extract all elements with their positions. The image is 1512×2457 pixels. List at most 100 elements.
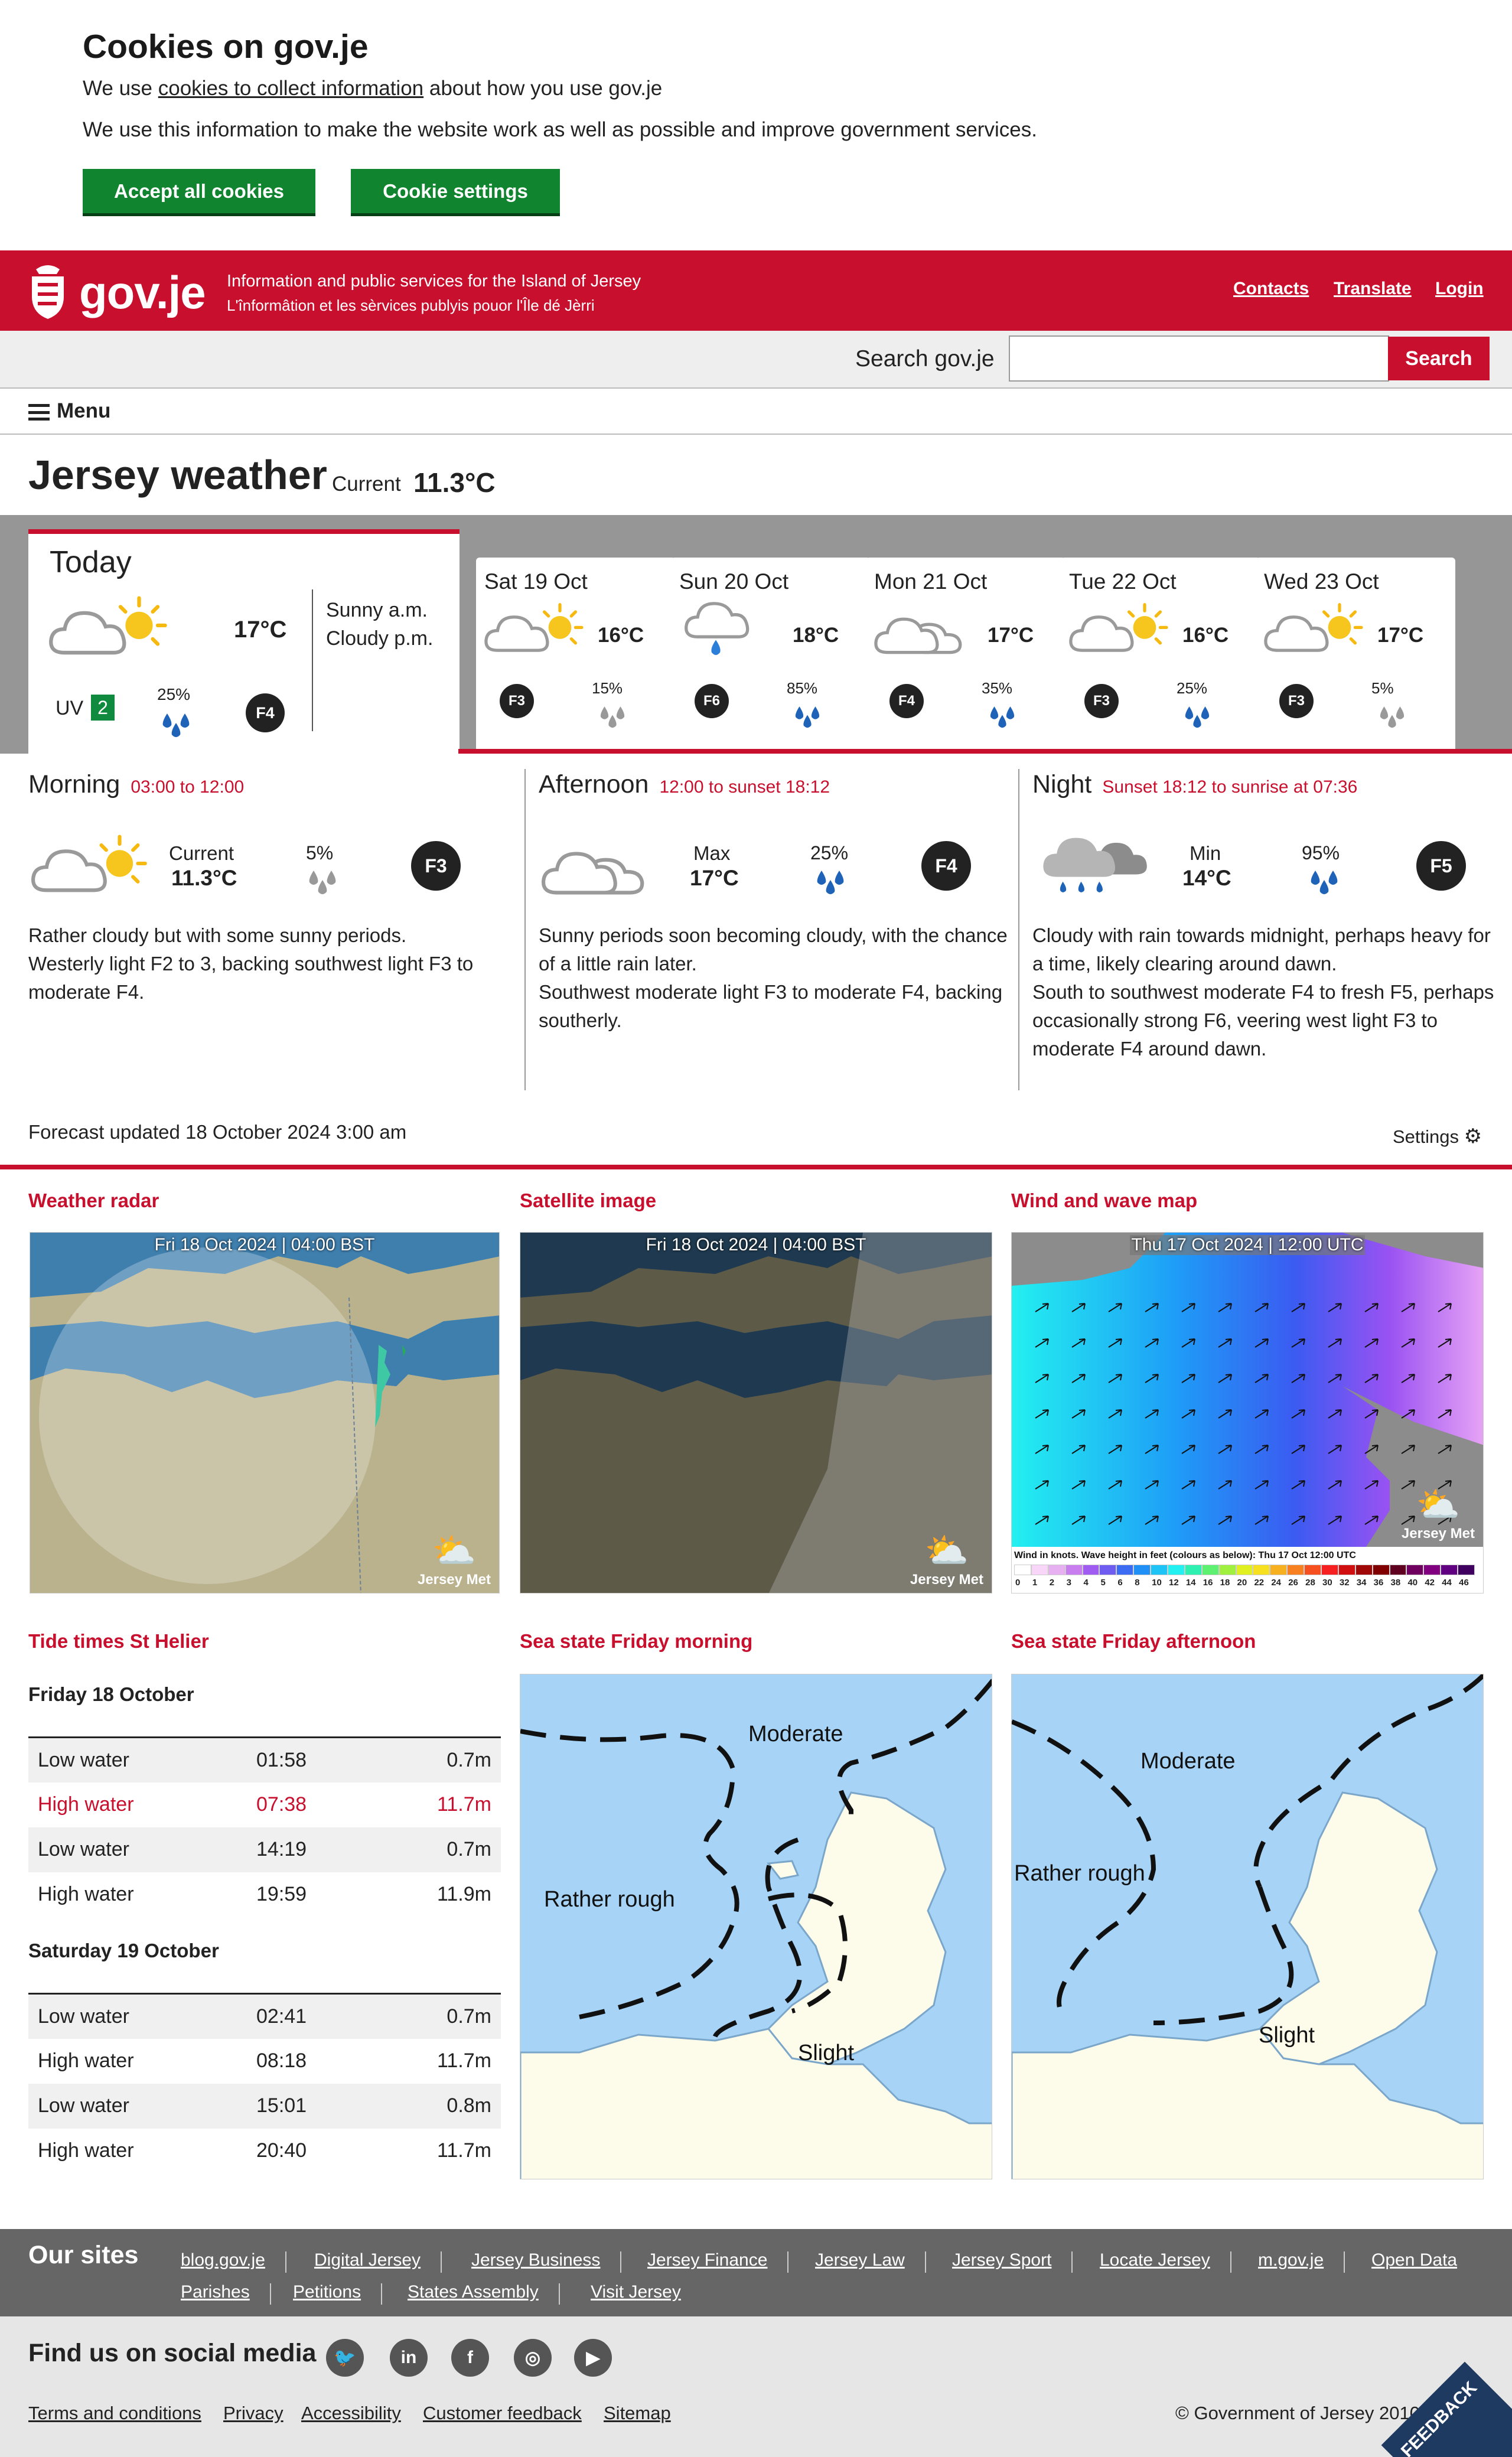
wind-icon: F5 (1416, 841, 1466, 891)
site-link[interactable]: blog.gov.je (181, 2250, 265, 2270)
forecast-day-card[interactable]: Tue 22 Oct 16°C 25% F3 (1061, 558, 1260, 750)
site-link[interactable]: m.gov.je (1258, 2250, 1324, 2270)
site-link[interactable]: Visit Jersey (591, 2282, 681, 2302)
site-link[interactable]: Parishes (181, 2282, 250, 2302)
site-link[interactable]: Jersey Sport (952, 2250, 1051, 2270)
forecast-updated: Forecast updated 18 October 2024 3:00 am (28, 1121, 407, 1143)
rain-drops-icon (1376, 704, 1408, 731)
accessibility-link[interactable]: Accessibility (301, 2403, 401, 2424)
site-link[interactable]: Digital Jersey (314, 2250, 421, 2270)
day-temp: 16°C (598, 624, 644, 647)
translate-link[interactable]: Translate (1334, 279, 1412, 299)
period-title: Morning 03:00 to 12:00 (28, 770, 244, 799)
scale-swatch (1423, 1565, 1441, 1575)
period-name: Morning (28, 770, 120, 799)
tide-title[interactable]: Tide times St Helier (28, 1630, 209, 1653)
cookie-text-post: about how you use gov.je (423, 77, 663, 100)
forecast-day-card[interactable]: Mon 21 Oct 17°C 35% F4 (866, 558, 1065, 750)
site-link[interactable]: Jersey Business (471, 2250, 600, 2270)
menu-label[interactable]: Menu (57, 399, 110, 423)
cookie-text: We use cookies to collect information ab… (83, 77, 662, 100)
wind-map-title[interactable]: Wind and wave map (1011, 1190, 1197, 1212)
today-wind: F4 (256, 703, 275, 722)
contacts-link[interactable]: Contacts (1233, 279, 1309, 299)
sun-cloud-icon (482, 600, 586, 658)
cookie-text-pre: We use (83, 77, 158, 100)
wind-wave-map[interactable]: Thu 17 Oct 2024 | 12:00 UTC ⛅ Jersey Met … (1011, 1232, 1484, 1594)
period-divider (524, 769, 526, 1090)
facebook-icon[interactable]: f (451, 2339, 489, 2377)
period-description: Rather cloudy but with some sunny period… (28, 921, 501, 1006)
site-link[interactable]: Jersey Law (815, 2250, 905, 2270)
weather-radar-map[interactable]: Fri 18 Oct 2024 | 04:00 BST ⛅ Jersey Met (30, 1232, 500, 1594)
social-footer: Find us on social media 🐦 in f ◎ ▶ Terms… (0, 2316, 1512, 2457)
settings-button[interactable]: Settings ⚙ (1393, 1125, 1482, 1148)
gear-icon[interactable]: ⚙ (1464, 1125, 1482, 1148)
cookie-settings-button[interactable]: Cookie settings (351, 169, 560, 216)
forecast-day-card[interactable]: Wed 23 Oct 17°C 5% F3 (1256, 558, 1455, 750)
wind-icon: F4 (246, 693, 285, 732)
day-wind: F3 (1093, 693, 1110, 709)
tide-type: Low water (38, 2005, 129, 2028)
cookie-title: Cookies on gov.je (83, 28, 369, 66)
period-desc-weather: Sunny periods soon becoming cloudy, with… (539, 924, 1008, 975)
sea-label-rather-rough: Rather rough (1014, 1861, 1145, 1886)
search-button[interactable]: Search (1388, 337, 1490, 380)
terms-link[interactable]: Terms and conditions (28, 2403, 201, 2424)
link-separator (270, 2283, 271, 2305)
period-time: 03:00 to 12:00 (131, 777, 245, 797)
current-label: Current (332, 472, 401, 496)
youtube-icon[interactable]: ▶ (574, 2339, 612, 2377)
day-name: Tue 22 Oct (1069, 569, 1177, 594)
sitemap-link[interactable]: Sitemap (604, 2403, 671, 2424)
site-link[interactable]: Locate Jersey (1100, 2250, 1210, 2270)
satellite-image[interactable]: Fri 18 Oct 2024 | 04:00 BST ⛅ Jersey Met (520, 1232, 992, 1594)
scale-label: 46 (1459, 1578, 1469, 1588)
rain-drops-icon (1306, 868, 1342, 898)
forecast-day-card[interactable]: Sun 20 Oct 18°C 85% F6 (671, 558, 871, 750)
cookie-info-link[interactable]: cookies to collect information (158, 77, 423, 100)
sea-state-afternoon-map[interactable]: Moderate Rather rough Slight (1011, 1674, 1484, 2179)
sun-cloud-icon (1262, 600, 1366, 658)
privacy-link[interactable]: Privacy (223, 2403, 284, 2424)
twitter-icon[interactable]: 🐦 (326, 2339, 364, 2377)
settings-label[interactable]: Settings (1393, 1126, 1459, 1147)
sea-label-slight: Slight (1259, 2023, 1315, 2048)
sea-state-morning-map[interactable]: Moderate Rather rough Slight (520, 1674, 992, 2179)
site-link[interactable]: States Assembly (408, 2282, 539, 2302)
sun-cloud-icon: ⛅ (924, 1531, 969, 1570)
site-logo[interactable]: gov.je (79, 266, 206, 320)
customer-feedback-link[interactable]: Customer feedback (423, 2403, 582, 2424)
site-link[interactable]: Open Data (1371, 2250, 1457, 2270)
login-link[interactable]: Login (1435, 279, 1484, 299)
forecast-day-card[interactable]: Sat 19 Oct 16°C 15% F3 (476, 558, 676, 750)
today-card[interactable]: Today 17°C Sunny a.m. Cloudy p.m. UV 2 2… (28, 529, 460, 754)
site-link[interactable]: Petitions (293, 2282, 361, 2302)
sea-state-morning-graphic (520, 1679, 992, 2179)
instagram-icon[interactable]: ◎ (514, 2339, 552, 2377)
menu-bar[interactable]: Menu (0, 390, 1512, 435)
tide-height: 11.7m (437, 2049, 491, 2072)
scale-swatch (1458, 1565, 1475, 1575)
page-title: Jersey weather (28, 452, 327, 498)
rain-drops-icon (791, 704, 823, 731)
tide-row: Low water 02:41 0.7m (28, 1993, 501, 2039)
tide-type: High water (38, 1883, 134, 1905)
wave-height-scale: 0 1 2 3 4 5 6 8 10 12 14 16 18 20 22 24 26 28 30 32 34 36 38 40… (1014, 1565, 1475, 1591)
jersey-met-brand: Jersey Met (417, 1572, 491, 1588)
wind-icon: F3 (411, 841, 461, 891)
scale-swatch (1355, 1565, 1373, 1575)
sea-morning-title[interactable]: Sea state Friday morning (520, 1630, 752, 1653)
accept-cookies-button[interactable]: Accept all cookies (83, 169, 315, 216)
radar-title[interactable]: Weather radar (28, 1190, 159, 1212)
period-wind: F3 (425, 855, 447, 876)
site-link[interactable]: Jersey Finance (647, 2250, 767, 2270)
linkedin-icon[interactable]: in (390, 2339, 428, 2377)
scale-swatch (1201, 1565, 1219, 1575)
sea-afternoon-title[interactable]: Sea state Friday afternoon (1011, 1630, 1256, 1653)
satellite-title[interactable]: Satellite image (520, 1190, 656, 1212)
scale-label: 8 (1135, 1578, 1140, 1588)
search-input[interactable] (1009, 335, 1389, 382)
period-label: Current (169, 842, 234, 864)
menu-icon[interactable] (28, 404, 50, 421)
